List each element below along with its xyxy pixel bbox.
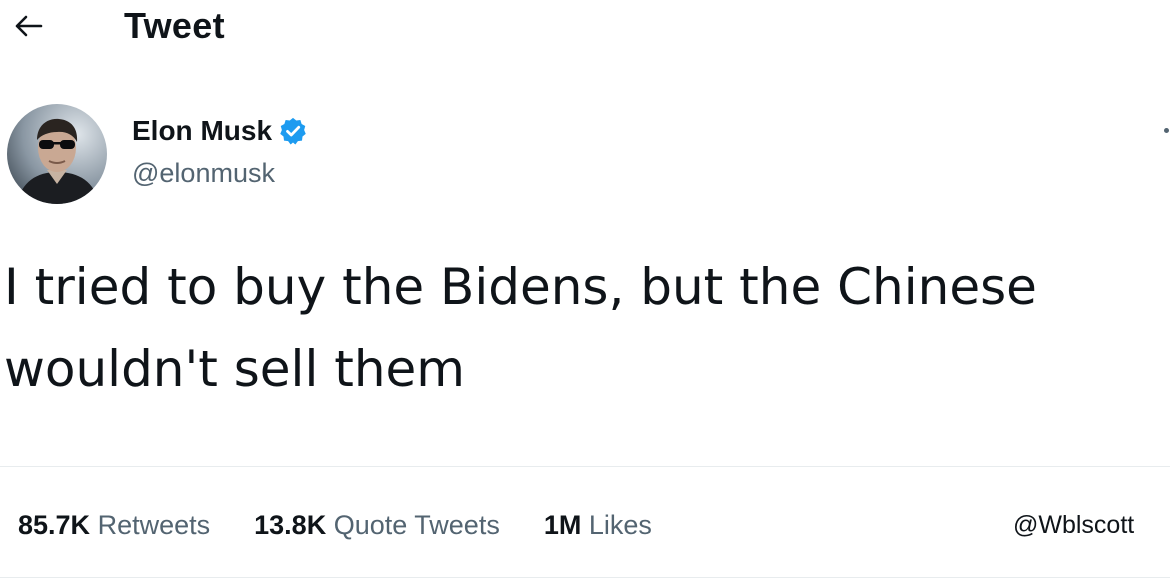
author-name-text: Elon Musk [132,115,273,146]
profile-photo [7,104,107,204]
tweet-stats: 85.7K Retweets 13.8K Quote Tweets 1M Lik… [18,505,696,545]
verified-badge-icon [280,117,306,145]
retweets-label: Retweets [97,510,211,540]
quote-tweets-label: Quote Tweets [333,510,500,540]
stat-retweets[interactable]: 85.7K Retweets [18,507,210,543]
divider-top [0,466,1170,467]
more-options-icon[interactable] [1164,128,1169,133]
tweet-text: I tried to buy the Bidens, but the Chine… [4,258,1037,398]
header-bar: Tweet [0,0,1170,60]
back-button[interactable] [8,6,48,46]
retweets-count: 85.7K [18,510,91,540]
stat-quote-tweets[interactable]: 13.8K Quote Tweets [254,507,500,543]
author-name[interactable]: Elon Musk [132,113,308,149]
likes-count: 1M [543,510,582,540]
watermark: @Wblscott [1013,511,1135,539]
avatar[interactable] [7,104,107,204]
author-handle[interactable]: @elonmusk [132,156,275,190]
divider-bottom [0,577,1170,578]
page-title: Tweet [124,5,225,46]
stat-likes[interactable]: 1M Likes [544,507,652,543]
likes-label: Likes [588,510,652,540]
arrow-left-icon [15,15,43,37]
quote-tweets-count: 13.8K [254,510,327,540]
